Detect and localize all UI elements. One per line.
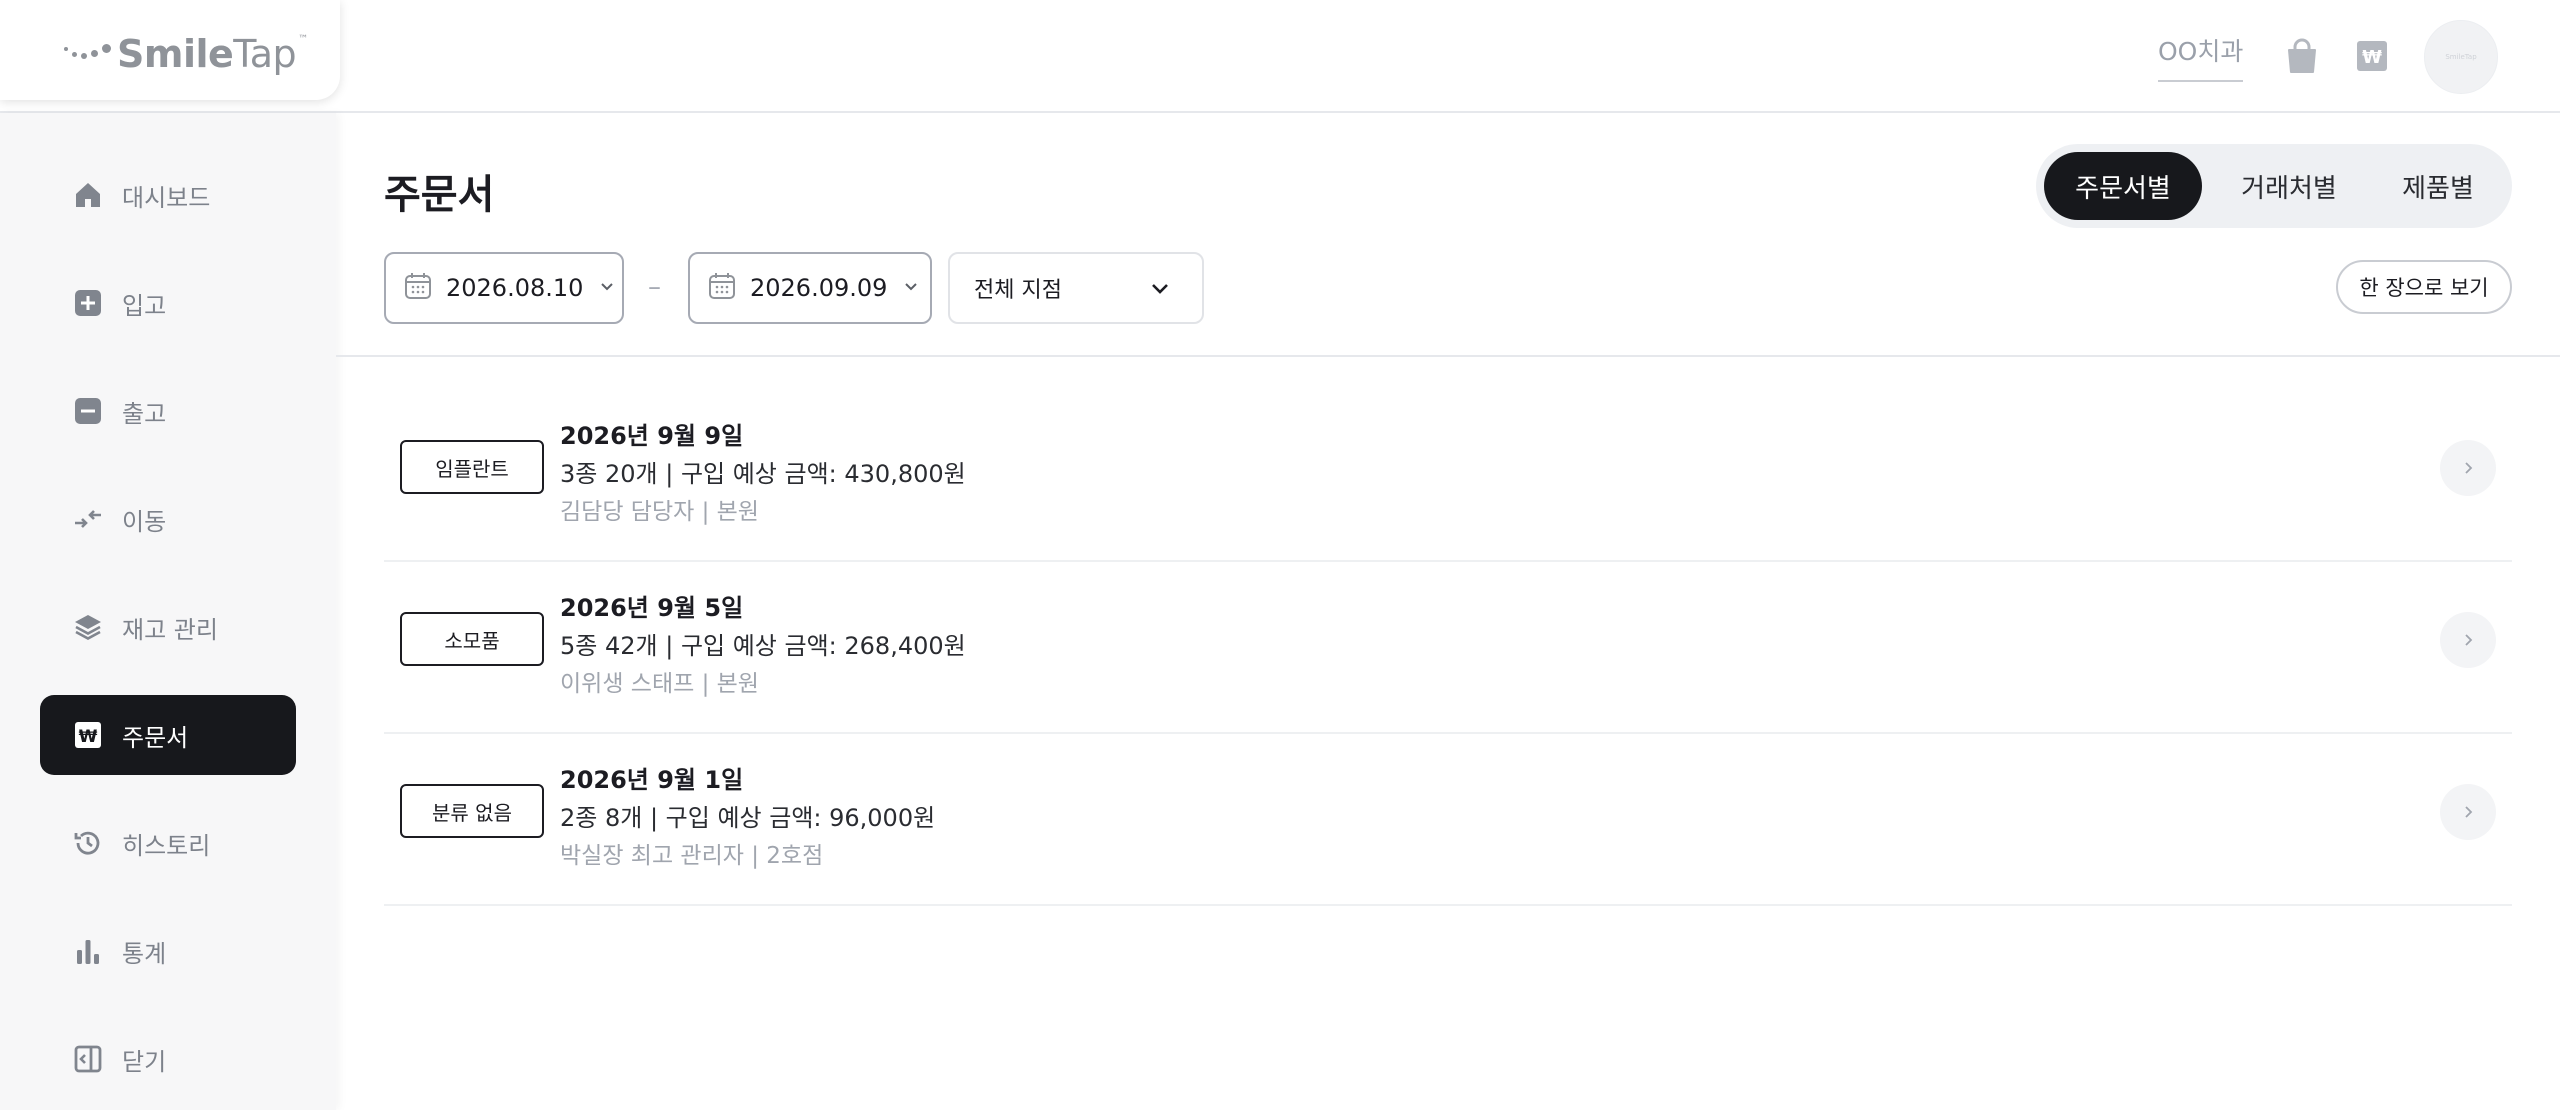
order-manager: 박실장 최고 관리자 | 2호점 bbox=[560, 843, 824, 869]
order-row[interactable]: 임플란트 2026년 9월 9일 3종 20개 | 구입 예상 금액: 430,… bbox=[384, 390, 2512, 562]
order-row[interactable]: 분류 없음 2026년 9월 1일 2종 8개 | 구입 예상 금액: 96,0… bbox=[384, 734, 2512, 906]
sidebar-item-label: 입고 bbox=[122, 291, 167, 320]
start-date-value: 2026.08.10 bbox=[446, 274, 584, 302]
order-sheet-icon: ₩ bbox=[72, 719, 104, 751]
shopping-bag-icon[interactable] bbox=[2282, 36, 2322, 76]
branch-select-value: 전체 지점 bbox=[974, 278, 1062, 303]
plus-square-icon bbox=[72, 287, 104, 319]
order-summary: 2종 8개 | 구입 예상 금액: 96,000원 bbox=[560, 804, 936, 832]
sidebar-item-close[interactable]: 닫기 bbox=[40, 1019, 296, 1099]
order-row[interactable]: 소모품 2026년 9월 5일 5종 42개 | 구입 예상 금액: 268,4… bbox=[384, 562, 2512, 734]
sidebar: 대시보드 입고 출고 이동 재고 관리 ₩ 주문서 히스토리 통계 닫기 bbox=[0, 113, 336, 1110]
sidebar-item-statistics[interactable]: 통계 bbox=[40, 911, 296, 991]
branch-select[interactable]: 전체 지점 bbox=[948, 252, 1204, 324]
sidebar-item-label: 이동 bbox=[122, 507, 167, 536]
collapse-panel-icon bbox=[72, 1043, 104, 1075]
page-title: 주문서 bbox=[384, 172, 495, 218]
logo-text: SmileTap bbox=[117, 32, 297, 76]
sidebar-item-transfer[interactable]: 이동 bbox=[40, 479, 296, 559]
view-single-page-button[interactable]: 한 장으로 보기 bbox=[2336, 260, 2512, 314]
sidebar-item-label: 주문서 bbox=[122, 723, 189, 752]
history-icon bbox=[72, 827, 104, 859]
calendar-icon bbox=[708, 272, 736, 304]
view-mode-tabs: 주문서별 거래처별 제품별 bbox=[2036, 144, 2512, 228]
order-manager: 김담당 담당자 | 본원 bbox=[560, 499, 759, 525]
sidebar-item-label: 대시보드 bbox=[122, 183, 211, 212]
chevron-right-icon[interactable] bbox=[2440, 784, 2496, 840]
sidebar-item-label: 닫기 bbox=[122, 1047, 167, 1076]
sidebar-item-label: 히스토리 bbox=[122, 831, 211, 860]
category-tag: 소모품 bbox=[400, 612, 544, 666]
chevron-right-icon[interactable] bbox=[2440, 612, 2496, 668]
chevron-down-icon bbox=[903, 278, 919, 298]
transfer-arrows-icon bbox=[72, 503, 104, 535]
home-icon bbox=[72, 179, 104, 211]
sidebar-item-dashboard[interactable]: 대시보드 bbox=[40, 155, 296, 235]
end-date-value: 2026.09.09 bbox=[750, 274, 888, 302]
order-sheet-icon[interactable]: ₩ bbox=[2352, 36, 2392, 76]
minus-square-icon bbox=[72, 395, 104, 427]
sidebar-item-history[interactable]: 히스토리 bbox=[40, 803, 296, 883]
chevron-down-icon bbox=[599, 278, 615, 298]
chevron-down-icon bbox=[1148, 276, 1172, 304]
sidebar-item-inventory[interactable]: 재고 관리 bbox=[40, 587, 296, 667]
logo-container: SmileTap ™ bbox=[0, 0, 340, 100]
logo-dots-icon bbox=[64, 43, 111, 65]
avatar-text: SmileTap bbox=[2445, 53, 2477, 61]
order-date: 2026년 9월 1일 bbox=[560, 766, 744, 794]
sidebar-item-label: 통계 bbox=[122, 939, 167, 968]
tab-by-product[interactable]: 제품별 bbox=[2372, 152, 2504, 220]
sidebar-item-orders[interactable]: ₩ 주문서 bbox=[40, 695, 296, 775]
bar-chart-icon bbox=[72, 935, 104, 967]
end-date-picker[interactable]: 2026.09.09 bbox=[688, 252, 932, 324]
layers-icon bbox=[72, 611, 104, 643]
top-header: SmileTap ™ OO치과 ₩ SmileTap bbox=[0, 0, 2560, 113]
calendar-icon bbox=[404, 272, 432, 304]
svg-text:₩: ₩ bbox=[79, 727, 98, 747]
order-date: 2026년 9월 9일 bbox=[560, 422, 744, 450]
sidebar-item-inbound[interactable]: 입고 bbox=[40, 263, 296, 343]
date-range-separator: – bbox=[648, 272, 661, 302]
filter-divider bbox=[336, 355, 2560, 357]
avatar[interactable]: SmileTap bbox=[2424, 20, 2498, 94]
tab-by-order[interactable]: 주문서별 bbox=[2044, 152, 2202, 220]
sidebar-item-label: 재고 관리 bbox=[122, 615, 218, 644]
order-summary: 5종 42개 | 구입 예상 금액: 268,400원 bbox=[560, 632, 966, 660]
svg-text:₩: ₩ bbox=[2362, 47, 2382, 68]
chevron-right-icon[interactable] bbox=[2440, 440, 2496, 496]
tab-by-vendor[interactable]: 거래처별 bbox=[2214, 152, 2364, 220]
logo-trademark: ™ bbox=[298, 34, 309, 45]
smiletap-logo[interactable]: SmileTap ™ bbox=[64, 30, 308, 78]
sidebar-item-label: 출고 bbox=[122, 399, 167, 428]
order-summary: 3종 20개 | 구입 예상 금액: 430,800원 bbox=[560, 460, 966, 488]
sidebar-item-outbound[interactable]: 출고 bbox=[40, 371, 296, 451]
start-date-picker[interactable]: 2026.08.10 bbox=[384, 252, 624, 324]
category-tag: 임플란트 bbox=[400, 440, 544, 494]
clinic-name[interactable]: OO치과 bbox=[2158, 32, 2244, 82]
category-tag: 분류 없음 bbox=[400, 784, 544, 838]
order-manager: 이위생 스태프 | 본원 bbox=[560, 671, 759, 697]
order-date: 2026년 9월 5일 bbox=[560, 594, 744, 622]
